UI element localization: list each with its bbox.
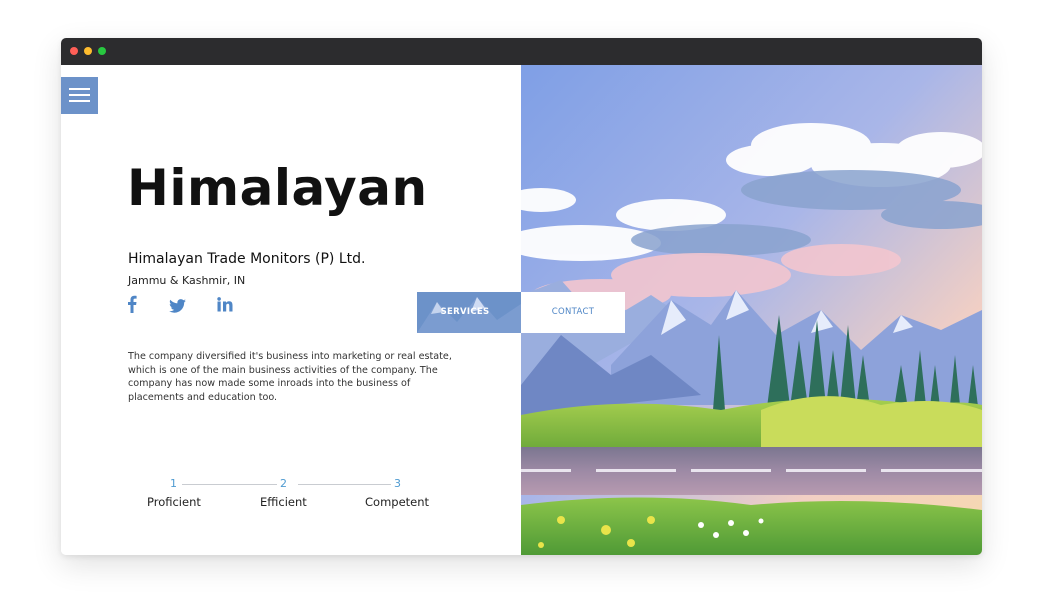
window-titlebar xyxy=(61,38,982,65)
step-label-2: Efficient xyxy=(260,495,307,509)
twitter-link[interactable] xyxy=(169,298,186,317)
facebook-link[interactable] xyxy=(127,295,137,317)
page-title: Himalayan xyxy=(127,159,428,217)
step-label-1: Proficient xyxy=(147,495,201,509)
maximize-window-button[interactable] xyxy=(98,47,106,55)
company-description: The company diversified it's business in… xyxy=(128,351,452,403)
services-button[interactable]: SERVICES xyxy=(417,292,521,333)
twitter-icon xyxy=(169,299,186,313)
services-button-label: SERVICES xyxy=(440,307,490,317)
company-name: Himalayan Trade Monitors (P) Ltd. xyxy=(128,251,366,267)
step-label-3: Competent xyxy=(365,495,430,509)
step-number-2: 2 xyxy=(280,477,287,490)
contact-button[interactable]: CONTACT xyxy=(521,292,625,333)
linkedin-icon xyxy=(217,297,233,312)
step-connector xyxy=(182,484,277,485)
minimize-window-button[interactable] xyxy=(84,47,92,55)
close-window-button[interactable] xyxy=(70,47,78,55)
company-location: Jammu & Kashmir, IN xyxy=(128,274,246,287)
linkedin-link[interactable] xyxy=(217,297,234,316)
facebook-icon xyxy=(128,295,137,313)
menu-button[interactable] xyxy=(61,77,98,114)
browser-window: Himalayan Himalayan Trade Monitors (P) L… xyxy=(61,38,982,555)
step-number-3: 3 xyxy=(394,477,401,490)
page-content: Himalayan Himalayan Trade Monitors (P) L… xyxy=(61,65,982,555)
step-number-1: 1 xyxy=(170,477,177,490)
step-connector xyxy=(298,484,391,485)
